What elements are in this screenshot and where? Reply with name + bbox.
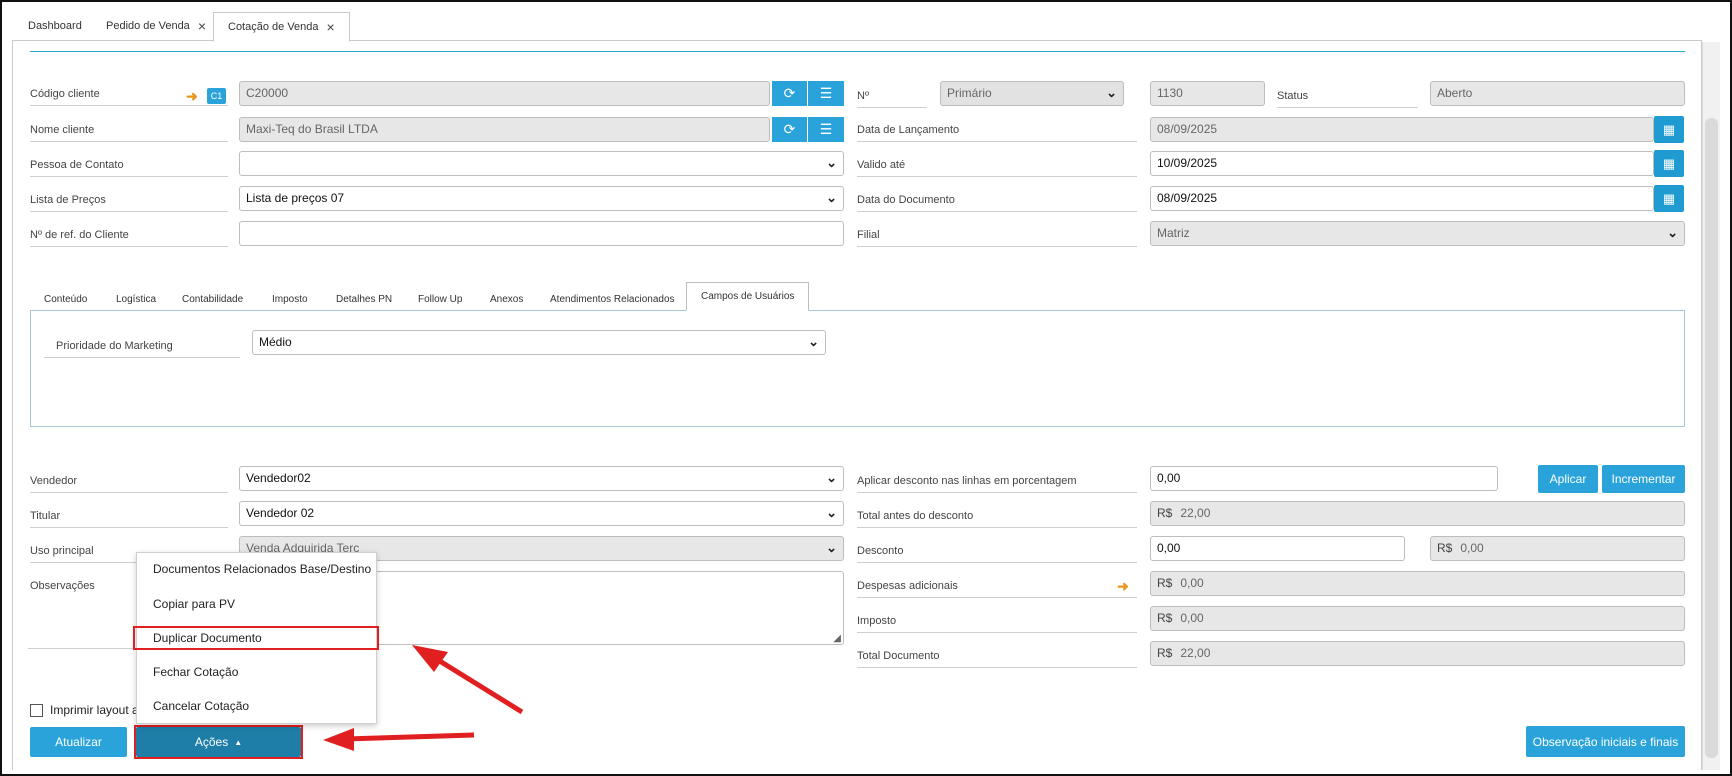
annotation-arrow-head [412, 645, 448, 672]
annotation-arrows [323, 645, 524, 751]
annotation-arrow-line [428, 652, 524, 715]
annotation-arrow-head [323, 728, 354, 751]
annotation-arrow-line [344, 732, 475, 742]
